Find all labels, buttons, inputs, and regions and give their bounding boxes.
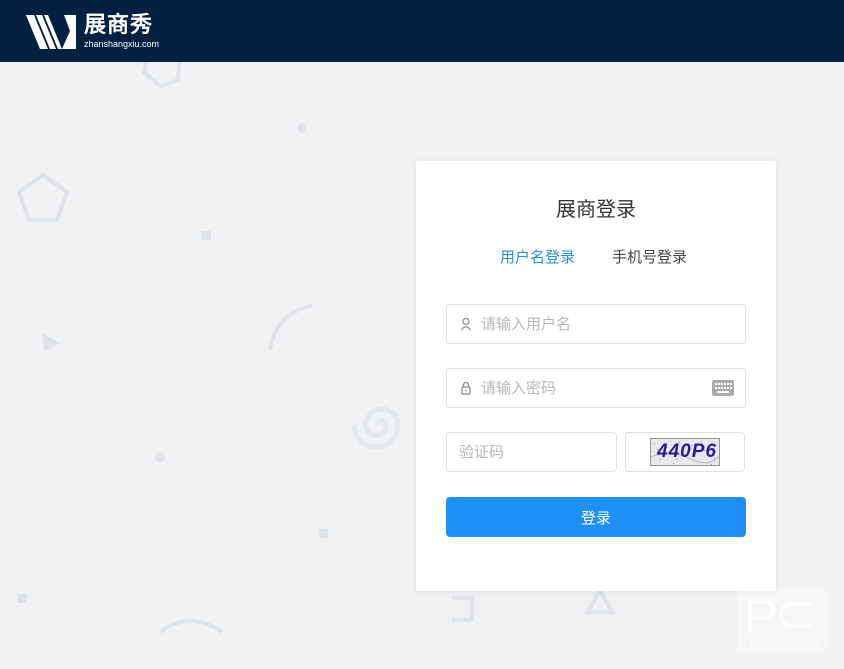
watermark-text: PHPCAMS.CN — [749, 640, 820, 650]
logo-mark-icon — [26, 15, 76, 49]
brand-url: zhanshangxiu.com — [84, 39, 160, 49]
lock-icon — [461, 381, 471, 395]
captcha-image-button[interactable]: 440P6 — [625, 432, 745, 472]
brand-logo[interactable]: 展商秀 zhanshangxiu.com — [26, 13, 176, 53]
tab-username-login[interactable]: 用户名登录 — [500, 247, 575, 267]
login-title: 展商登录 — [556, 197, 636, 221]
password-input[interactable] — [481, 369, 701, 407]
username-field[interactable] — [446, 304, 746, 344]
captcha-input[interactable] — [459, 433, 609, 471]
password-field[interactable] — [446, 368, 746, 408]
login-button[interactable]: 登录 — [446, 497, 746, 537]
captcha-field[interactable] — [446, 432, 617, 472]
captcha-code: 440P6 — [657, 441, 717, 462]
brand-name: 展商秀 — [84, 13, 154, 38]
keyboard-icon[interactable] — [712, 380, 734, 396]
tab-phone-login[interactable]: 手机号登录 — [612, 247, 687, 267]
top-header: 展商秀 zhanshangxiu.com — [0, 0, 844, 62]
username-input[interactable] — [481, 305, 701, 343]
captcha-image: 440P6 — [650, 438, 720, 466]
login-card: 展商登录 用户名登录 手机号登录 请输入用户名 验证码 440P6 登录 — [416, 161, 776, 591]
user-icon — [461, 317, 471, 331]
